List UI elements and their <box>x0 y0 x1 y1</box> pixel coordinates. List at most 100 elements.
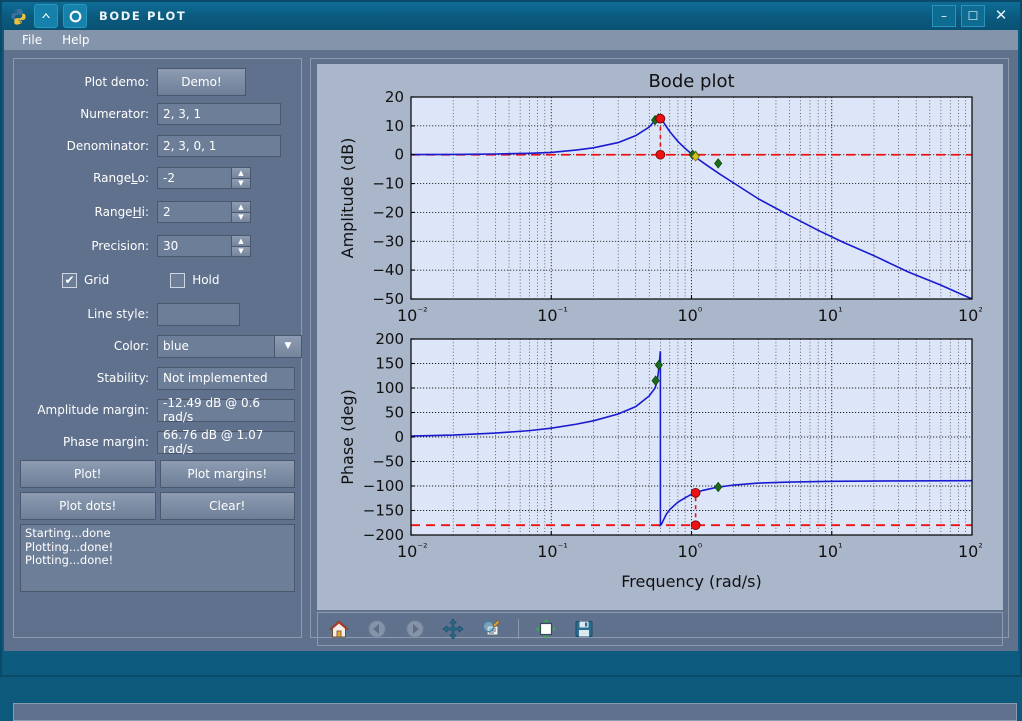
options-row: ✔ Grid Hold <box>62 268 301 292</box>
xtick-exponent: ¹ <box>838 541 842 554</box>
rangelo-arrows: ▲ ▼ <box>231 167 251 189</box>
rangehi-increment-icon[interactable]: ▲ <box>232 202 250 213</box>
grid-checkbox[interactable]: ✔ <box>62 272 77 288</box>
numerator-label: Numerator: <box>80 107 149 121</box>
xtick-exponent: ⁻¹ <box>558 541 568 554</box>
xtick-exponent: ⁰ <box>698 305 703 318</box>
rangehi-decrement-icon[interactable]: ▼ <box>232 212 250 222</box>
demo-button[interactable]: Demo! <box>157 68 246 96</box>
xtick-exponent: ² <box>978 541 982 554</box>
rangelo-input[interactable]: -2 <box>157 167 231 189</box>
matplotlib-canvas[interactable]: 20 10 0 −10 −20 −30 −40 −50 10⁻² 10⁻¹ 10⁰ 10¹ 10² Amp… <box>317 64 1003 610</box>
plot-dots-button[interactable]: Plot dots! <box>20 492 156 520</box>
action-buttons-row-2: Plot dots! Clear! <box>20 492 295 520</box>
xtick-base: 10 <box>678 542 698 561</box>
chart-title: Bode plot <box>648 71 734 92</box>
status-bar <box>13 703 1017 721</box>
linestyle-input[interactable] <box>157 302 240 326</box>
ytick-label: 100 <box>375 379 404 397</box>
xtick-base: 10 <box>818 542 838 561</box>
axes-amplitude: 20100−10−20−30−40−5010⁻² 10⁻¹ 10⁰ 10¹ 10²Amp… <box>338 71 983 325</box>
xtick-exponent: ² <box>978 305 982 318</box>
marker-red-circle <box>690 520 701 531</box>
color-select[interactable]: blue ▼ <box>157 334 302 358</box>
stability-value: Not implemented <box>157 366 295 390</box>
ytick-label: −40 <box>372 261 404 279</box>
rangelo-label: RangeLo: <box>93 171 149 185</box>
numerator-row: Numerator: 2, 3, 1 <box>14 102 301 126</box>
circle-dot-icon[interactable] <box>63 4 87 28</box>
precision-label: Precision: <box>91 239 149 253</box>
hold-checkbox[interactable] <box>170 272 186 288</box>
denominator-input[interactable]: 2, 3, 0, 1 <box>157 135 281 157</box>
chevron-down-icon[interactable]: ▼ <box>274 334 302 358</box>
marker-red-circle <box>690 488 701 498</box>
rangelo-row: RangeLo: -2 ▲ ▼ <box>14 166 301 190</box>
window-title: Bode plot <box>99 9 187 23</box>
precision-stepper[interactable]: 30 ▲ ▼ <box>157 235 251 257</box>
xtick-base: 10 <box>397 306 417 325</box>
hold-label: Hold <box>192 273 220 287</box>
ytick-label: −10 <box>372 175 404 193</box>
rangehi-stepper[interactable]: 2 ▲ ▼ <box>157 201 251 223</box>
grid-label: Grid <box>84 273 110 287</box>
xtick-base: 10 <box>678 306 698 325</box>
precision-row: Precision: 30 ▲ ▼ <box>14 234 301 258</box>
menu-file[interactable]: File <box>12 33 52 47</box>
denominator-row: Denominator: 2, 3, 0, 1 <box>14 134 301 158</box>
chevron-up-icon[interactable] <box>34 4 58 28</box>
rangelo-stepper[interactable]: -2 ▲ ▼ <box>157 167 251 189</box>
xtick-exponent: ⁰ <box>698 541 703 554</box>
save-floppy-icon[interactable] <box>571 616 597 642</box>
subplot-config-icon[interactable] <box>533 616 559 642</box>
rangehi-input[interactable]: 2 <box>157 201 231 223</box>
xtick-base: 10 <box>958 306 978 325</box>
rangelo-increment-icon[interactable]: ▲ <box>232 168 250 179</box>
menu-help[interactable]: Help <box>52 33 99 47</box>
ytick-label: 10 <box>385 117 404 135</box>
plot-button[interactable]: Plot! <box>20 460 156 488</box>
back-arrow-icon[interactable] <box>364 616 390 642</box>
ytick-label: −30 <box>372 232 404 250</box>
toolbar-separator <box>518 619 519 639</box>
precision-arrows: ▲ ▼ <box>231 235 251 257</box>
linestyle-label: Line style: <box>87 307 149 321</box>
main-body: Plot demo: Demo! Numerator: 2, 3, 1 Deno… <box>4 50 1018 721</box>
xtick-base: 10 <box>818 306 838 325</box>
control-panel: Plot demo: Demo! Numerator: 2, 3, 1 Deno… <box>13 58 302 638</box>
ytick-label: −150 <box>363 502 404 520</box>
numerator-input[interactable]: 2, 3, 1 <box>157 103 281 125</box>
denominator-label: Denominator: <box>66 139 149 153</box>
color-row: Color: blue ▼ <box>14 334 302 358</box>
rangehi-row: RangeHi: 2 ▲ ▼ <box>14 200 301 224</box>
ytick-label: 0 <box>394 146 404 164</box>
xtick-exponent: ⁻² <box>417 305 427 318</box>
python-logo-icon <box>7 5 29 27</box>
home-icon[interactable] <box>326 616 352 642</box>
title-bar: Bode plot – ☐ ✕ <box>2 2 1020 30</box>
rangelo-decrement-icon[interactable]: ▼ <box>232 178 250 188</box>
pan-move-icon[interactable] <box>440 616 466 642</box>
precision-decrement-icon[interactable]: ▼ <box>232 246 250 256</box>
precision-input[interactable]: 30 <box>157 235 231 257</box>
bode-figure: 20100−10−20−30−40−5010⁻² 10⁻¹ 10⁰ 10¹ 10²Amp… <box>317 64 1003 610</box>
forward-arrow-icon[interactable] <box>402 616 428 642</box>
zoom-rect-icon[interactable] <box>478 616 504 642</box>
clear-button[interactable]: Clear! <box>159 492 295 520</box>
ytick-label: 20 <box>385 88 404 106</box>
linestyle-row: Line style: <box>14 302 301 326</box>
matplotlib-toolbar <box>317 612 1003 646</box>
xtick-base: 10 <box>958 542 978 561</box>
phase-margin-value: 66.76 dB @ 1.07 rad/s <box>157 428 295 456</box>
precision-increment-icon[interactable]: ▲ <box>232 236 250 247</box>
maximize-button[interactable]: ☐ <box>961 5 985 27</box>
color-label: Color: <box>113 339 149 353</box>
ytick-label: 50 <box>385 404 404 422</box>
minimize-button[interactable]: – <box>932 5 956 27</box>
close-button[interactable]: ✕ <box>990 5 1012 25</box>
plot-margins-button[interactable]: Plot margins! <box>159 460 295 488</box>
marker-red-circle <box>655 149 666 160</box>
application-window: Bode plot – ☐ ✕ File Help Plot demo: Dem… <box>0 0 1022 721</box>
axis-label-y: Phase (deg) <box>338 389 357 485</box>
xtick-base: 10 <box>397 542 417 561</box>
